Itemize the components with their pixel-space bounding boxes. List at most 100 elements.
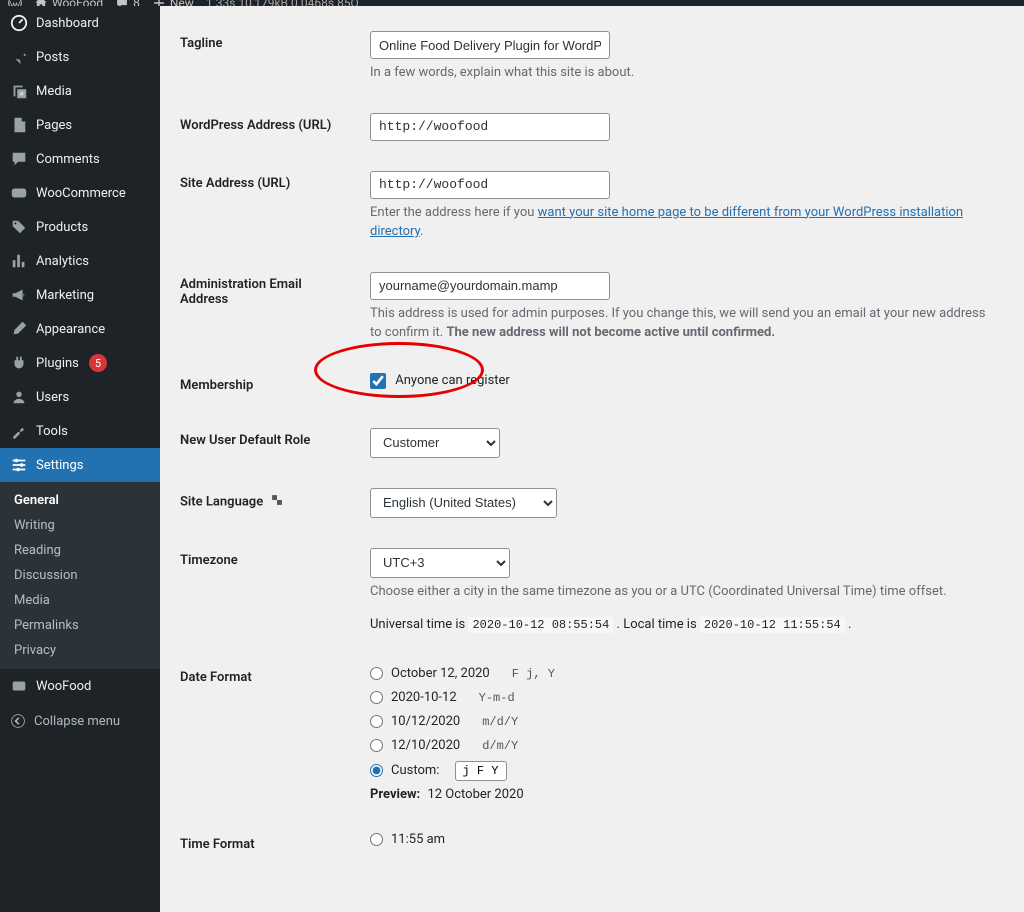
time-option[interactable]: 11:55 am — [370, 832, 994, 847]
users-icon — [10, 388, 28, 406]
comments-count: 8 — [133, 0, 140, 6]
datefmt-label: Date Format — [180, 650, 360, 817]
plugins-update-badge: 5 — [89, 354, 107, 372]
menu-label: Tools — [36, 424, 68, 439]
new-label: New — [170, 0, 194, 6]
date-option-custom[interactable]: Custom: — [370, 761, 994, 781]
plug-icon — [10, 354, 28, 372]
menu-users[interactable]: Users — [0, 380, 160, 414]
analytics-icon — [10, 252, 28, 270]
menu-label: WooFood — [36, 679, 91, 694]
tz-label: Timezone — [180, 533, 360, 650]
tz-select[interactable]: UTC+3 — [370, 548, 510, 578]
tagline-label: Tagline — [180, 16, 360, 98]
menu-tools[interactable]: Tools — [0, 414, 160, 448]
page-icon — [10, 116, 28, 134]
siteaddr-desc: Enter the address here if you want your … — [370, 203, 994, 242]
admin-sidebar: Dashboard Posts Media Pages Comments Woo… — [0, 6, 160, 912]
comment-icon — [10, 150, 28, 168]
menu-label: Products — [36, 220, 88, 235]
siteaddr-input[interactable] — [370, 171, 610, 199]
menu-label: Analytics — [36, 254, 89, 269]
admin-bar: WooFood 8 New 1.33s 10,179kB 0.0468s 85Q — [0, 0, 1024, 6]
sub-general[interactable]: General — [0, 488, 160, 513]
membership-label: Membership — [180, 358, 360, 413]
menu-label: Settings — [36, 458, 83, 473]
date-custom-input[interactable] — [455, 761, 507, 781]
menu-settings[interactable]: Settings — [0, 448, 160, 482]
comments-bubble[interactable]: 8 — [115, 0, 140, 6]
menu-dashboard[interactable]: Dashboard — [0, 6, 160, 40]
menu-media[interactable]: Media — [0, 74, 160, 108]
perf-stats: 1.33s 10,179kB 0.0468s 85Q — [206, 0, 359, 6]
products-icon — [10, 218, 28, 236]
adminemail-label: Administration Email Address — [180, 257, 360, 358]
wrench-icon — [10, 422, 28, 440]
menu-label: Posts — [36, 50, 69, 65]
menu-posts[interactable]: Posts — [0, 40, 160, 74]
menu-label: Users — [36, 390, 69, 405]
date-preview: Preview: 12 October 2020 — [370, 787, 994, 802]
menu-label: Appearance — [36, 322, 105, 337]
sub-reading[interactable]: Reading — [0, 538, 160, 563]
anyone-register-label[interactable]: Anyone can register — [370, 373, 510, 388]
pin-icon — [10, 48, 28, 66]
universal-time: 2020-10-12 08:55:54 — [468, 617, 613, 633]
timefmt-label: Time Format — [180, 817, 360, 872]
menu-appearance[interactable]: Appearance — [0, 312, 160, 346]
menu-analytics[interactable]: Analytics — [0, 244, 160, 278]
tz-desc: Choose either a city in the same timezon… — [370, 582, 994, 602]
menu-label: Pages — [36, 118, 72, 133]
sub-permalinks[interactable]: Permalinks — [0, 613, 160, 638]
adminemail-input[interactable] — [370, 272, 610, 300]
menu-label: Marketing — [36, 288, 94, 303]
sliders-icon — [10, 456, 28, 474]
menu-label: Dashboard — [36, 16, 99, 31]
menu-label: Comments — [36, 152, 100, 167]
woofood-icon — [10, 677, 28, 695]
date-option[interactable]: 10/12/2020m/d/Y — [370, 713, 994, 731]
role-select[interactable]: Customer — [370, 428, 500, 458]
wp-logo-icon[interactable] — [8, 0, 22, 6]
collapse-label: Collapse menu — [34, 714, 120, 729]
date-format-options: October 12, 2020F j, Y 2020-10-12Y-m-d 1… — [370, 665, 994, 802]
tz-times: Universal time is 2020-10-12 08:55:54 . … — [370, 615, 994, 635]
menu-label: WooCommerce — [36, 186, 126, 201]
dashboard-icon — [10, 14, 28, 32]
wpaddr-label: WordPress Address (URL) — [180, 98, 360, 156]
lang-label: Site Language — [180, 473, 360, 533]
tagline-input[interactable] — [370, 31, 610, 59]
settings-submenu: General Writing Reading Discussion Media… — [0, 482, 160, 669]
local-time: 2020-10-12 11:55:54 — [700, 617, 845, 633]
siteaddr-label: Site Address (URL) — [180, 156, 360, 257]
date-option[interactable]: 2020-10-12Y-m-d — [370, 689, 994, 707]
date-option[interactable]: October 12, 2020F j, Y — [370, 665, 994, 683]
lang-select[interactable]: English (United States) — [370, 488, 557, 518]
tagline-desc: In a few words, explain what this site i… — [370, 63, 994, 83]
date-option[interactable]: 12/10/2020d/m/Y — [370, 737, 994, 755]
site-name-link[interactable]: WooFood — [34, 0, 103, 6]
site-name-text: WooFood — [52, 0, 103, 6]
settings-form: Tagline In a few words, explain what thi… — [160, 6, 1024, 912]
role-label: New User Default Role — [180, 413, 360, 473]
menu-marketing[interactable]: Marketing — [0, 278, 160, 312]
menu-comments[interactable]: Comments — [0, 142, 160, 176]
sub-writing[interactable]: Writing — [0, 513, 160, 538]
menu-plugins[interactable]: Plugins 5 — [0, 346, 160, 380]
translate-icon — [270, 493, 284, 511]
menu-woofood[interactable]: WooFood — [0, 669, 160, 703]
media-icon — [10, 82, 28, 100]
wpaddr-input[interactable] — [370, 113, 610, 141]
time-format-options: 11:55 am — [370, 832, 994, 847]
megaphone-icon — [10, 286, 28, 304]
sub-media[interactable]: Media — [0, 588, 160, 613]
menu-label: Plugins — [36, 356, 79, 371]
collapse-menu[interactable]: Collapse menu — [0, 703, 160, 739]
new-content-link[interactable]: New — [152, 0, 194, 6]
menu-woocommerce[interactable]: WooCommerce — [0, 176, 160, 210]
anyone-register-checkbox[interactable] — [370, 373, 386, 389]
sub-privacy[interactable]: Privacy — [0, 638, 160, 663]
menu-products[interactable]: Products — [0, 210, 160, 244]
menu-pages[interactable]: Pages — [0, 108, 160, 142]
sub-discussion[interactable]: Discussion — [0, 563, 160, 588]
